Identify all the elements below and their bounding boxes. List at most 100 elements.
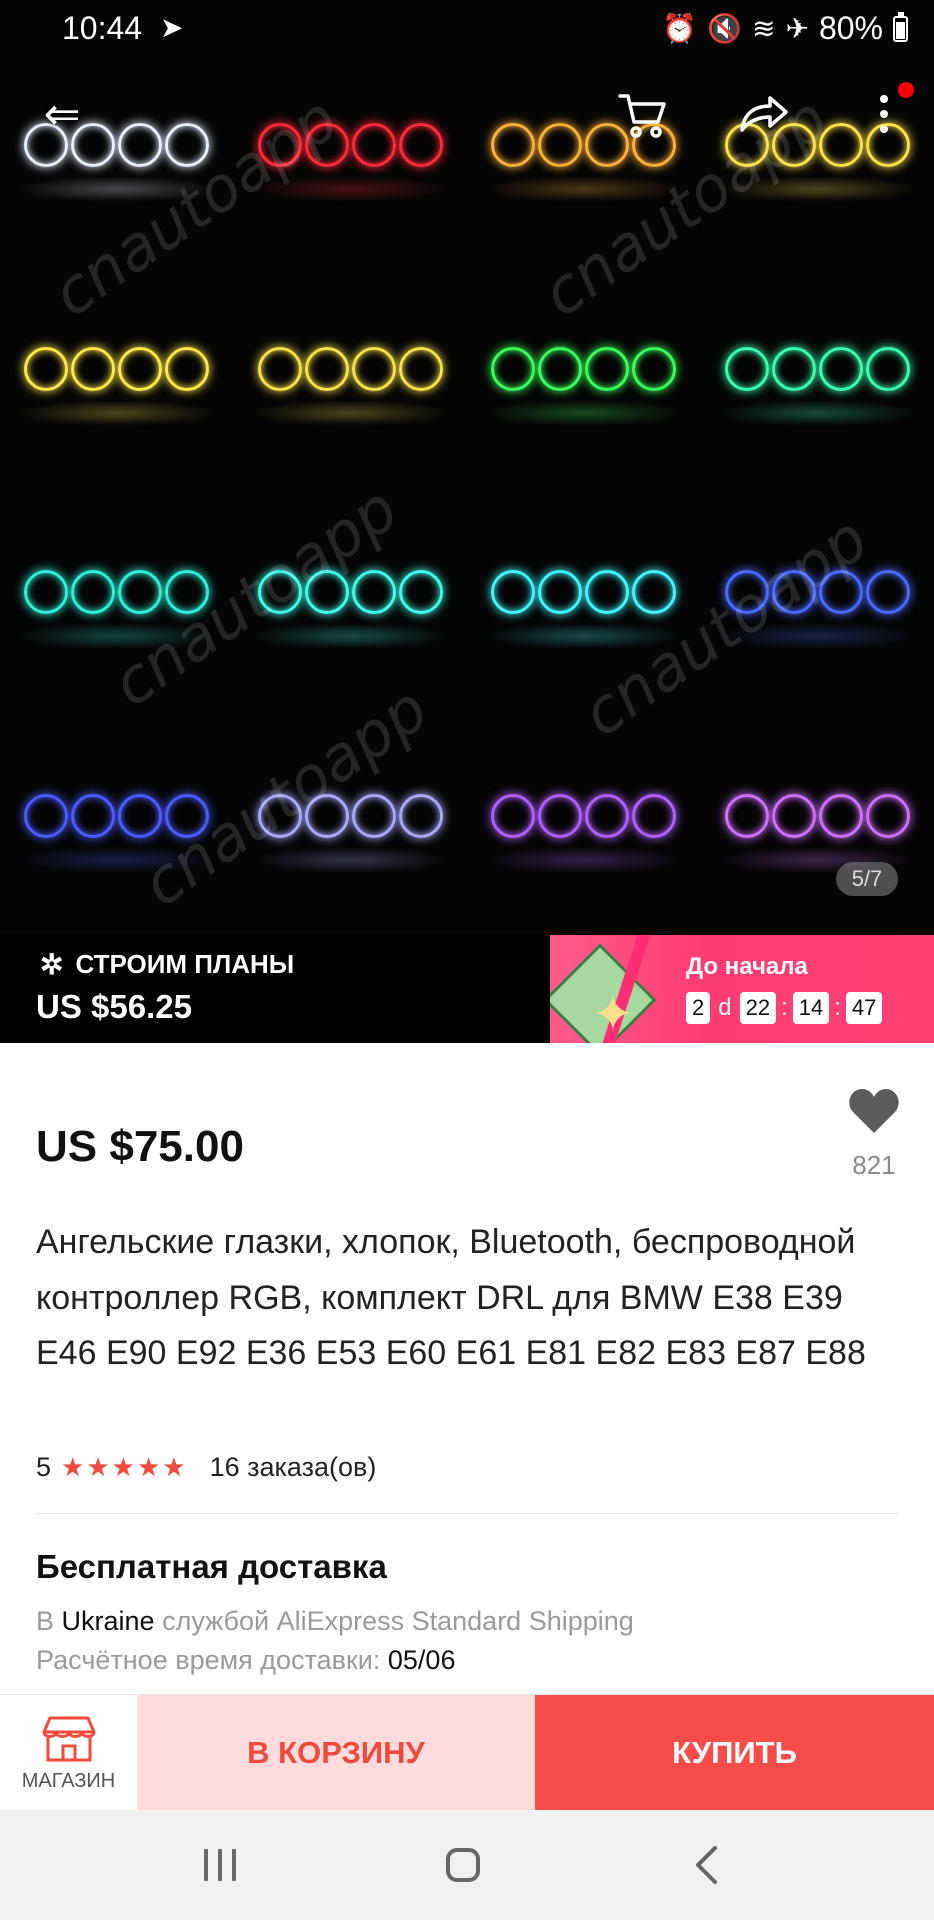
halo-rings xyxy=(257,346,443,391)
back-button[interactable]: ⇐ xyxy=(30,82,94,146)
halo-ring xyxy=(257,794,302,839)
promo-title-text: СТРОИМ ПЛАНЫ xyxy=(75,949,295,979)
countdown-timer: 2 d 22 : 14 : 47 xyxy=(686,992,883,1024)
halo-ring xyxy=(118,346,163,391)
light-ring-set xyxy=(467,40,701,264)
light-ring-set xyxy=(0,711,234,935)
chevron-left-icon xyxy=(696,1846,717,1884)
halo-rings xyxy=(24,570,210,615)
wishlist-count: 821 xyxy=(852,1150,896,1180)
halo-rings xyxy=(724,570,910,615)
halo-ring xyxy=(71,570,116,615)
halo-rings xyxy=(257,122,443,167)
light-ring-set xyxy=(467,711,701,935)
shipping-destination[interactable]: В Ukraine службой AliExpress Standard Sh… xyxy=(36,1606,634,1637)
add-to-cart-button[interactable]: В КОРЗИНУ xyxy=(137,1695,535,1811)
halo-ring xyxy=(304,346,349,391)
halo-ring xyxy=(165,346,210,391)
halo-ring xyxy=(771,346,816,391)
shipping-title[interactable]: Бесплатная доставка xyxy=(36,1548,387,1586)
halo-ring xyxy=(771,794,816,839)
image-counter: 5/7 xyxy=(836,862,898,896)
product-price: US $75.00 xyxy=(36,1122,244,1171)
countdown-days-unit: d xyxy=(718,994,732,1021)
light-ring-set xyxy=(0,488,234,712)
countdown-panel: ✦ До начала 2 d 22 : 14 : 47 xyxy=(550,935,934,1043)
product-title: Ангельские глазки, хлопок, Bluetooth, бе… xyxy=(36,1223,866,1372)
halo-ring xyxy=(165,570,210,615)
halo-ring xyxy=(24,570,69,615)
wishlist-button[interactable]: 821 xyxy=(842,1086,906,1181)
share-button[interactable] xyxy=(730,82,794,146)
wifi-icon: ≋ xyxy=(752,12,776,44)
halo-ring xyxy=(398,794,443,839)
heart-icon xyxy=(849,1089,899,1133)
buy-now-button[interactable]: КУПИТЬ xyxy=(535,1695,934,1811)
halo-ring xyxy=(165,122,210,167)
product-rating[interactable]: 5 ★★★★★ 16 заказа(ов) xyxy=(36,1452,376,1483)
halo-ring xyxy=(165,794,210,839)
halo-ring xyxy=(865,346,910,391)
product-photo[interactable] xyxy=(0,40,934,935)
halo-ring xyxy=(585,570,630,615)
system-navigation-bar xyxy=(0,1810,934,1920)
halo-rings xyxy=(257,570,443,615)
halo-ring xyxy=(398,122,443,167)
share-icon xyxy=(740,96,788,132)
promo-banner[interactable]: ✲ СТРОИМ ПЛАНЫ US $56.25 ✦ До начала 2 d… xyxy=(0,935,934,1043)
halo-ring xyxy=(632,794,677,839)
shipping-prefix: В xyxy=(36,1606,55,1636)
halo-ring xyxy=(491,794,536,839)
divider xyxy=(36,1513,898,1514)
rating-value: 5 xyxy=(36,1452,52,1482)
countdown-separator: : xyxy=(834,994,841,1021)
product-image-gallery[interactable]: cnautoapp cnautoapp cnautoapp cnautoapp … xyxy=(0,0,934,935)
shipping-method: службой AliExpress Standard Shipping xyxy=(162,1606,634,1636)
orders-count: 16 заказа(ов) xyxy=(209,1452,377,1482)
shipping-country: Ukraine xyxy=(61,1606,155,1636)
status-time: 10:44 xyxy=(62,10,143,46)
system-back-button[interactable] xyxy=(676,1838,736,1892)
halo-rings xyxy=(724,346,910,391)
cart-icon xyxy=(618,94,666,138)
home-button[interactable] xyxy=(433,1838,493,1892)
halo-rings xyxy=(257,794,443,839)
recent-apps-button[interactable] xyxy=(190,1838,250,1892)
halo-ring xyxy=(24,794,69,839)
halo-ring xyxy=(538,794,583,839)
halo-ring xyxy=(398,570,443,615)
halo-ring xyxy=(632,346,677,391)
halo-ring xyxy=(585,346,630,391)
light-ring-set xyxy=(234,264,468,488)
halo-ring xyxy=(304,794,349,839)
battery-icon xyxy=(893,11,908,42)
halo-rings xyxy=(491,346,677,391)
light-ring-set xyxy=(467,264,701,488)
promo-title: ✲ СТРОИМ ПЛАНЫ xyxy=(40,948,294,981)
halo-rings xyxy=(491,570,677,615)
delivery-estimate-label: Расчётное время доставки: xyxy=(36,1645,381,1675)
halo-ring xyxy=(724,570,769,615)
halo-ring xyxy=(818,346,863,391)
halo-ring xyxy=(585,794,630,839)
light-ring-set xyxy=(701,711,934,935)
halo-ring xyxy=(351,122,396,167)
light-ring-set xyxy=(701,488,934,712)
cart-button[interactable] xyxy=(610,82,674,146)
alarm-icon: ⏰ xyxy=(662,12,698,44)
halo-ring xyxy=(865,794,910,839)
countdown-days: 2 xyxy=(686,992,711,1024)
promo-price: US $56.25 xyxy=(36,988,192,1025)
countdown-seconds: 47 xyxy=(845,992,883,1024)
halo-ring xyxy=(491,122,536,167)
store-button[interactable]: МАГАЗИН xyxy=(0,1695,137,1811)
halo-ring xyxy=(538,122,583,167)
arrow-left-icon: ⇐ xyxy=(43,89,81,139)
store-label: МАГАЗИН xyxy=(21,1769,116,1792)
halo-ring xyxy=(818,570,863,615)
halo-ring xyxy=(71,794,116,839)
halo-ring xyxy=(257,570,302,615)
halo-ring xyxy=(538,570,583,615)
light-ring-set xyxy=(701,264,934,488)
halo-ring xyxy=(491,346,536,391)
